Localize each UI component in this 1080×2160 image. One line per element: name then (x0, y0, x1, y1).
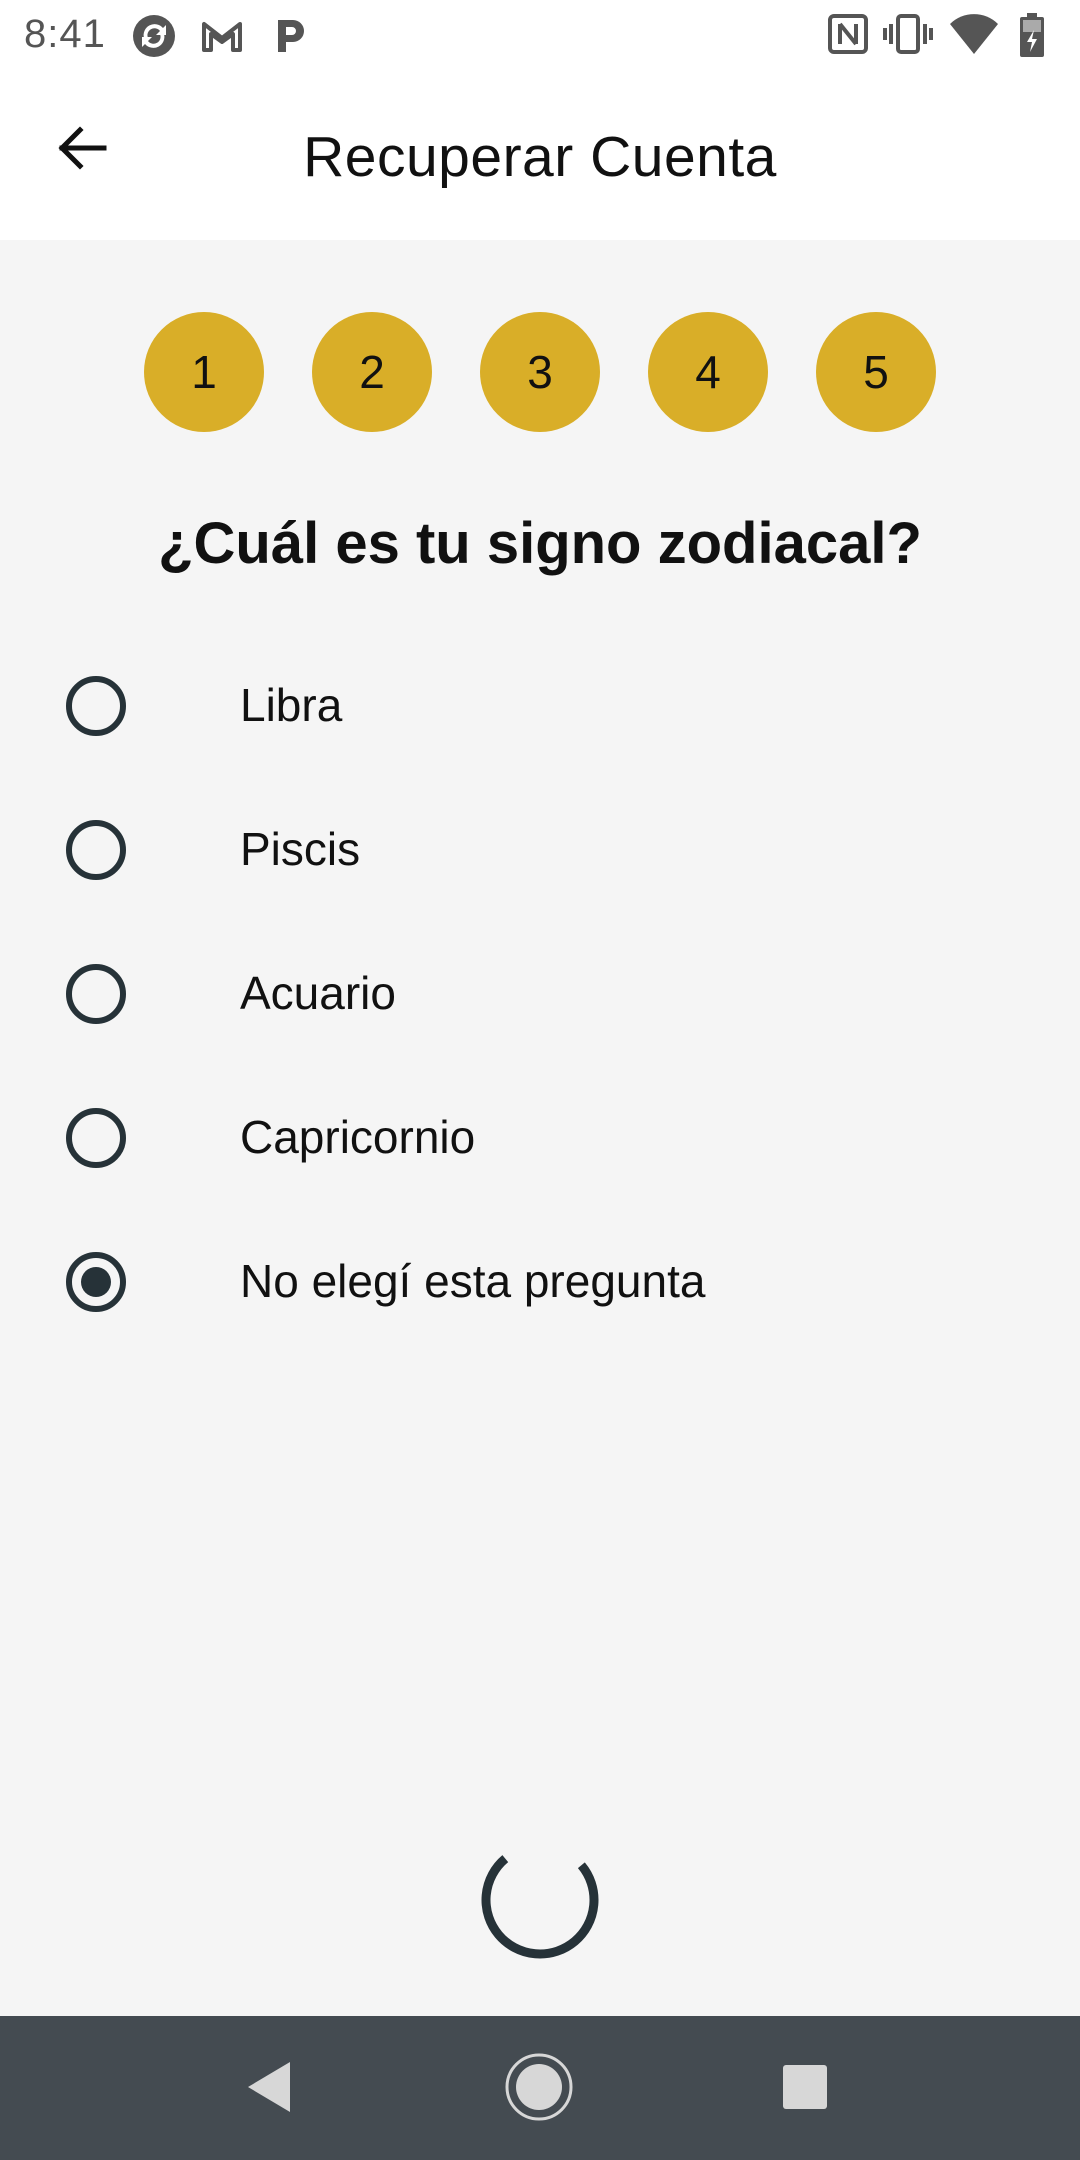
nav-home-icon (504, 2052, 574, 2127)
option-label: No elegí esta pregunta (240, 1255, 706, 1307)
radio-button[interactable] (66, 676, 126, 736)
radio-button-selected[interactable] (66, 1252, 126, 1312)
option-capricornio[interactable]: Capricornio (0, 1078, 1080, 1198)
pandora-icon (266, 12, 314, 65)
status-time: 8:41 (24, 12, 106, 56)
system-nav-bar (0, 2016, 1080, 2160)
wifi-icon (948, 12, 1000, 61)
option-label: Capricornio (240, 1111, 476, 1163)
nav-recents-button[interactable] (770, 2054, 840, 2124)
option-acuario[interactable]: Acuario (0, 934, 1080, 1054)
vibrate-icon (882, 12, 934, 61)
step-5: 5 (816, 312, 936, 432)
radio-button[interactable] (66, 820, 126, 880)
nav-back-button[interactable] (234, 2054, 304, 2124)
step-1: 1 (144, 312, 264, 432)
option-label: Acuario (240, 967, 396, 1019)
option-label: Libra (240, 679, 343, 731)
security-question: ¿Cuál es tu signo zodiacal? (158, 511, 922, 576)
sync-icon (130, 12, 178, 65)
step-4: 4 (648, 312, 768, 432)
nav-back-icon (244, 2060, 294, 2119)
option-label: Piscis (240, 823, 361, 875)
option-no-elegi[interactable]: No elegí esta pregunta (0, 1222, 1080, 1342)
option-libra[interactable]: Libra (0, 646, 1080, 766)
step-3: 3 (480, 312, 600, 432)
battery-charging-icon (1018, 12, 1046, 63)
nav-home-button[interactable] (504, 2052, 574, 2127)
loading-spinner-icon (478, 1838, 602, 1962)
nav-recents-icon (781, 2063, 829, 2116)
gmail-icon (198, 12, 246, 65)
step-indicator: 1 2 3 4 5 (0, 312, 1080, 432)
status-bar: 8:41 (0, 0, 1080, 72)
nfc-icon (826, 12, 870, 61)
option-piscis[interactable]: Piscis (0, 790, 1080, 910)
page-title: Recuperar Cuenta (303, 125, 777, 189)
radio-button[interactable] (66, 1108, 126, 1168)
app-bar: Recuperar Cuenta (0, 72, 1080, 240)
step-2: 2 (312, 312, 432, 432)
radio-button[interactable] (66, 964, 126, 1024)
